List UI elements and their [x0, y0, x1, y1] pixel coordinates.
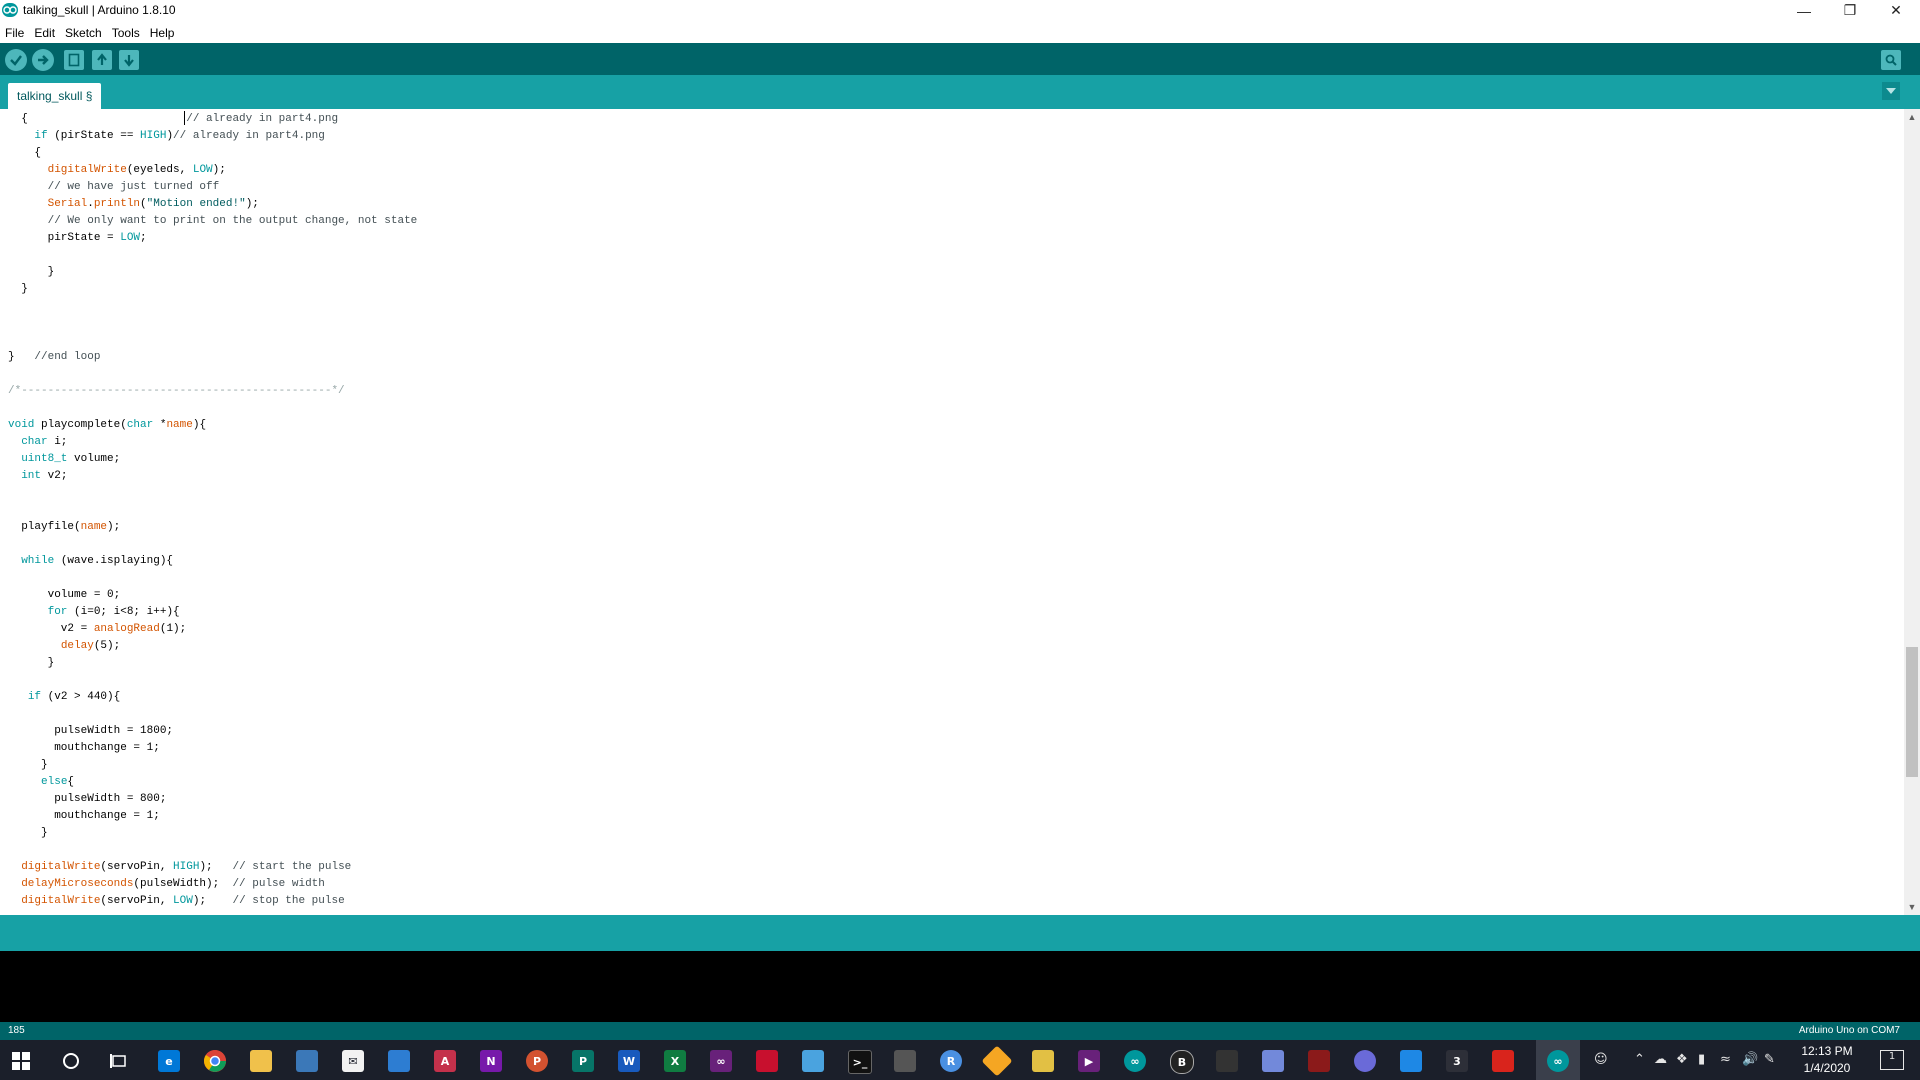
- scrollbar-thumb[interactable]: [1906, 647, 1918, 777]
- code-editor[interactable]: { // already in part4.png if (pirState =…: [0, 109, 1904, 915]
- terminal-icon[interactable]: >_: [848, 1050, 872, 1074]
- line-number: 185: [8, 1025, 25, 1036]
- menu-file[interactable]: File: [0, 22, 29, 42]
- chrome-icon[interactable]: [204, 1050, 226, 1072]
- status-bar: 185 Arduino Uno on COM7: [0, 1022, 1920, 1040]
- close-icon[interactable]: ✕: [1873, 0, 1919, 21]
- taskbar: e ✉ A N P P W X ∞ >_ R ▶ ∞ B 3: [0, 1040, 1920, 1080]
- mixer-app-icon[interactable]: [1354, 1050, 1376, 1072]
- arduino-active-icon[interactable]: ∞: [1547, 1050, 1569, 1072]
- clock-time: 12:13 PM: [1801, 1044, 1853, 1058]
- task-view-icon[interactable]: [108, 1050, 130, 1072]
- volume-icon[interactable]: 🔊: [1742, 1052, 1758, 1067]
- editor-scrollbar[interactable]: ▲ ▼: [1904, 109, 1920, 915]
- chevron-up-icon[interactable]: ⌃: [1634, 1052, 1645, 1067]
- calculator-icon[interactable]: [388, 1050, 410, 1072]
- save-icon[interactable]: [119, 50, 139, 70]
- tab-menu-chevron-down-icon[interactable]: [1882, 82, 1900, 100]
- toolbar: [0, 43, 1920, 75]
- publisher-icon[interactable]: P: [572, 1050, 594, 1072]
- clock-date: 1/4/2020: [1803, 1061, 1851, 1075]
- windows-start-icon[interactable]: [10, 1050, 32, 1072]
- menu-edit[interactable]: Edit: [29, 22, 60, 42]
- file-explorer-icon[interactable]: [250, 1050, 272, 1072]
- edge-icon[interactable]: e: [158, 1050, 180, 1072]
- message-bar: [0, 915, 1920, 951]
- title-bar: talking_skull | Arduino 1.8.10 — ❐ ✕: [0, 0, 1920, 21]
- window-app-icon[interactable]: [894, 1050, 916, 1072]
- visual-studio-icon[interactable]: ∞: [710, 1050, 732, 1072]
- console-output[interactable]: [0, 951, 1920, 1022]
- menu-tools[interactable]: Tools: [107, 22, 145, 42]
- scroll-down-icon[interactable]: ▼: [1904, 899, 1920, 915]
- minimize-icon[interactable]: —: [1781, 0, 1827, 21]
- wifi-icon[interactable]: ≈: [1720, 1052, 1731, 1067]
- battery-icon[interactable]: ▮: [1698, 1052, 1705, 1067]
- acrobat-icon[interactable]: [1492, 1050, 1514, 1072]
- r-app-icon[interactable]: R: [940, 1050, 962, 1072]
- menu-help[interactable]: Help: [145, 22, 180, 42]
- source-code[interactable]: { // already in part4.png if (pirState =…: [8, 111, 417, 910]
- text-cursor: [184, 111, 185, 125]
- scroll-up-icon[interactable]: ▲: [1904, 109, 1920, 125]
- store-icon[interactable]: [296, 1050, 318, 1072]
- discord-icon[interactable]: [1262, 1050, 1284, 1072]
- menu-sketch[interactable]: Sketch: [60, 22, 107, 42]
- app-grid-icon[interactable]: [756, 1050, 778, 1072]
- verify-icon[interactable]: [5, 49, 27, 71]
- notes-icon[interactable]: [1032, 1050, 1054, 1072]
- system-clock[interactable]: 12:13 PM 1/4/2020: [1792, 1043, 1862, 1077]
- restore-icon[interactable]: ❐: [1827, 0, 1873, 21]
- inkscape-icon[interactable]: [1216, 1050, 1238, 1072]
- arduino-taskbar-icon[interactable]: ∞: [1124, 1050, 1146, 1072]
- upload-icon[interactable]: [32, 49, 54, 71]
- media-app-icon[interactable]: [1308, 1050, 1330, 1072]
- b-app-icon[interactable]: B: [1170, 1050, 1194, 1074]
- git-icon[interactable]: [981, 1045, 1013, 1077]
- open-icon[interactable]: [92, 50, 112, 70]
- search-icon[interactable]: [60, 1050, 82, 1072]
- onedrive-icon[interactable]: ☁: [1654, 1052, 1667, 1067]
- onenote-icon[interactable]: N: [480, 1050, 502, 1072]
- arduino-logo-icon: [2, 3, 18, 17]
- pen-tool-icon[interactable]: 3: [1446, 1050, 1468, 1072]
- excel-icon[interactable]: X: [664, 1050, 686, 1072]
- dropbox-icon[interactable]: ❖: [1676, 1052, 1688, 1067]
- menu-bar: File Edit Sketch Tools Help: [0, 22, 1920, 42]
- notification-center-icon[interactable]: 1: [1880, 1050, 1904, 1070]
- 3d-cube-icon[interactable]: [802, 1050, 824, 1072]
- pen-icon[interactable]: ✎: [1764, 1052, 1775, 1067]
- new-icon[interactable]: [64, 50, 84, 70]
- visual-studio-code-icon[interactable]: ▶: [1078, 1050, 1100, 1072]
- word-icon[interactable]: W: [618, 1050, 640, 1072]
- board-port: Arduino Uno on COM7: [1798, 1025, 1900, 1036]
- access-icon[interactable]: A: [434, 1050, 456, 1072]
- window-title: talking_skull | Arduino 1.8.10: [23, 3, 176, 17]
- document-app-icon[interactable]: [1400, 1050, 1422, 1072]
- tab-bar: talking_skull §: [0, 75, 1920, 109]
- tab-talking-skull[interactable]: talking_skull §: [8, 83, 102, 109]
- people-icon[interactable]: ☺: [1594, 1052, 1608, 1067]
- mail-icon[interactable]: ✉: [342, 1050, 364, 1072]
- serial-monitor-icon[interactable]: [1881, 50, 1901, 70]
- powerpoint-icon[interactable]: P: [526, 1050, 548, 1072]
